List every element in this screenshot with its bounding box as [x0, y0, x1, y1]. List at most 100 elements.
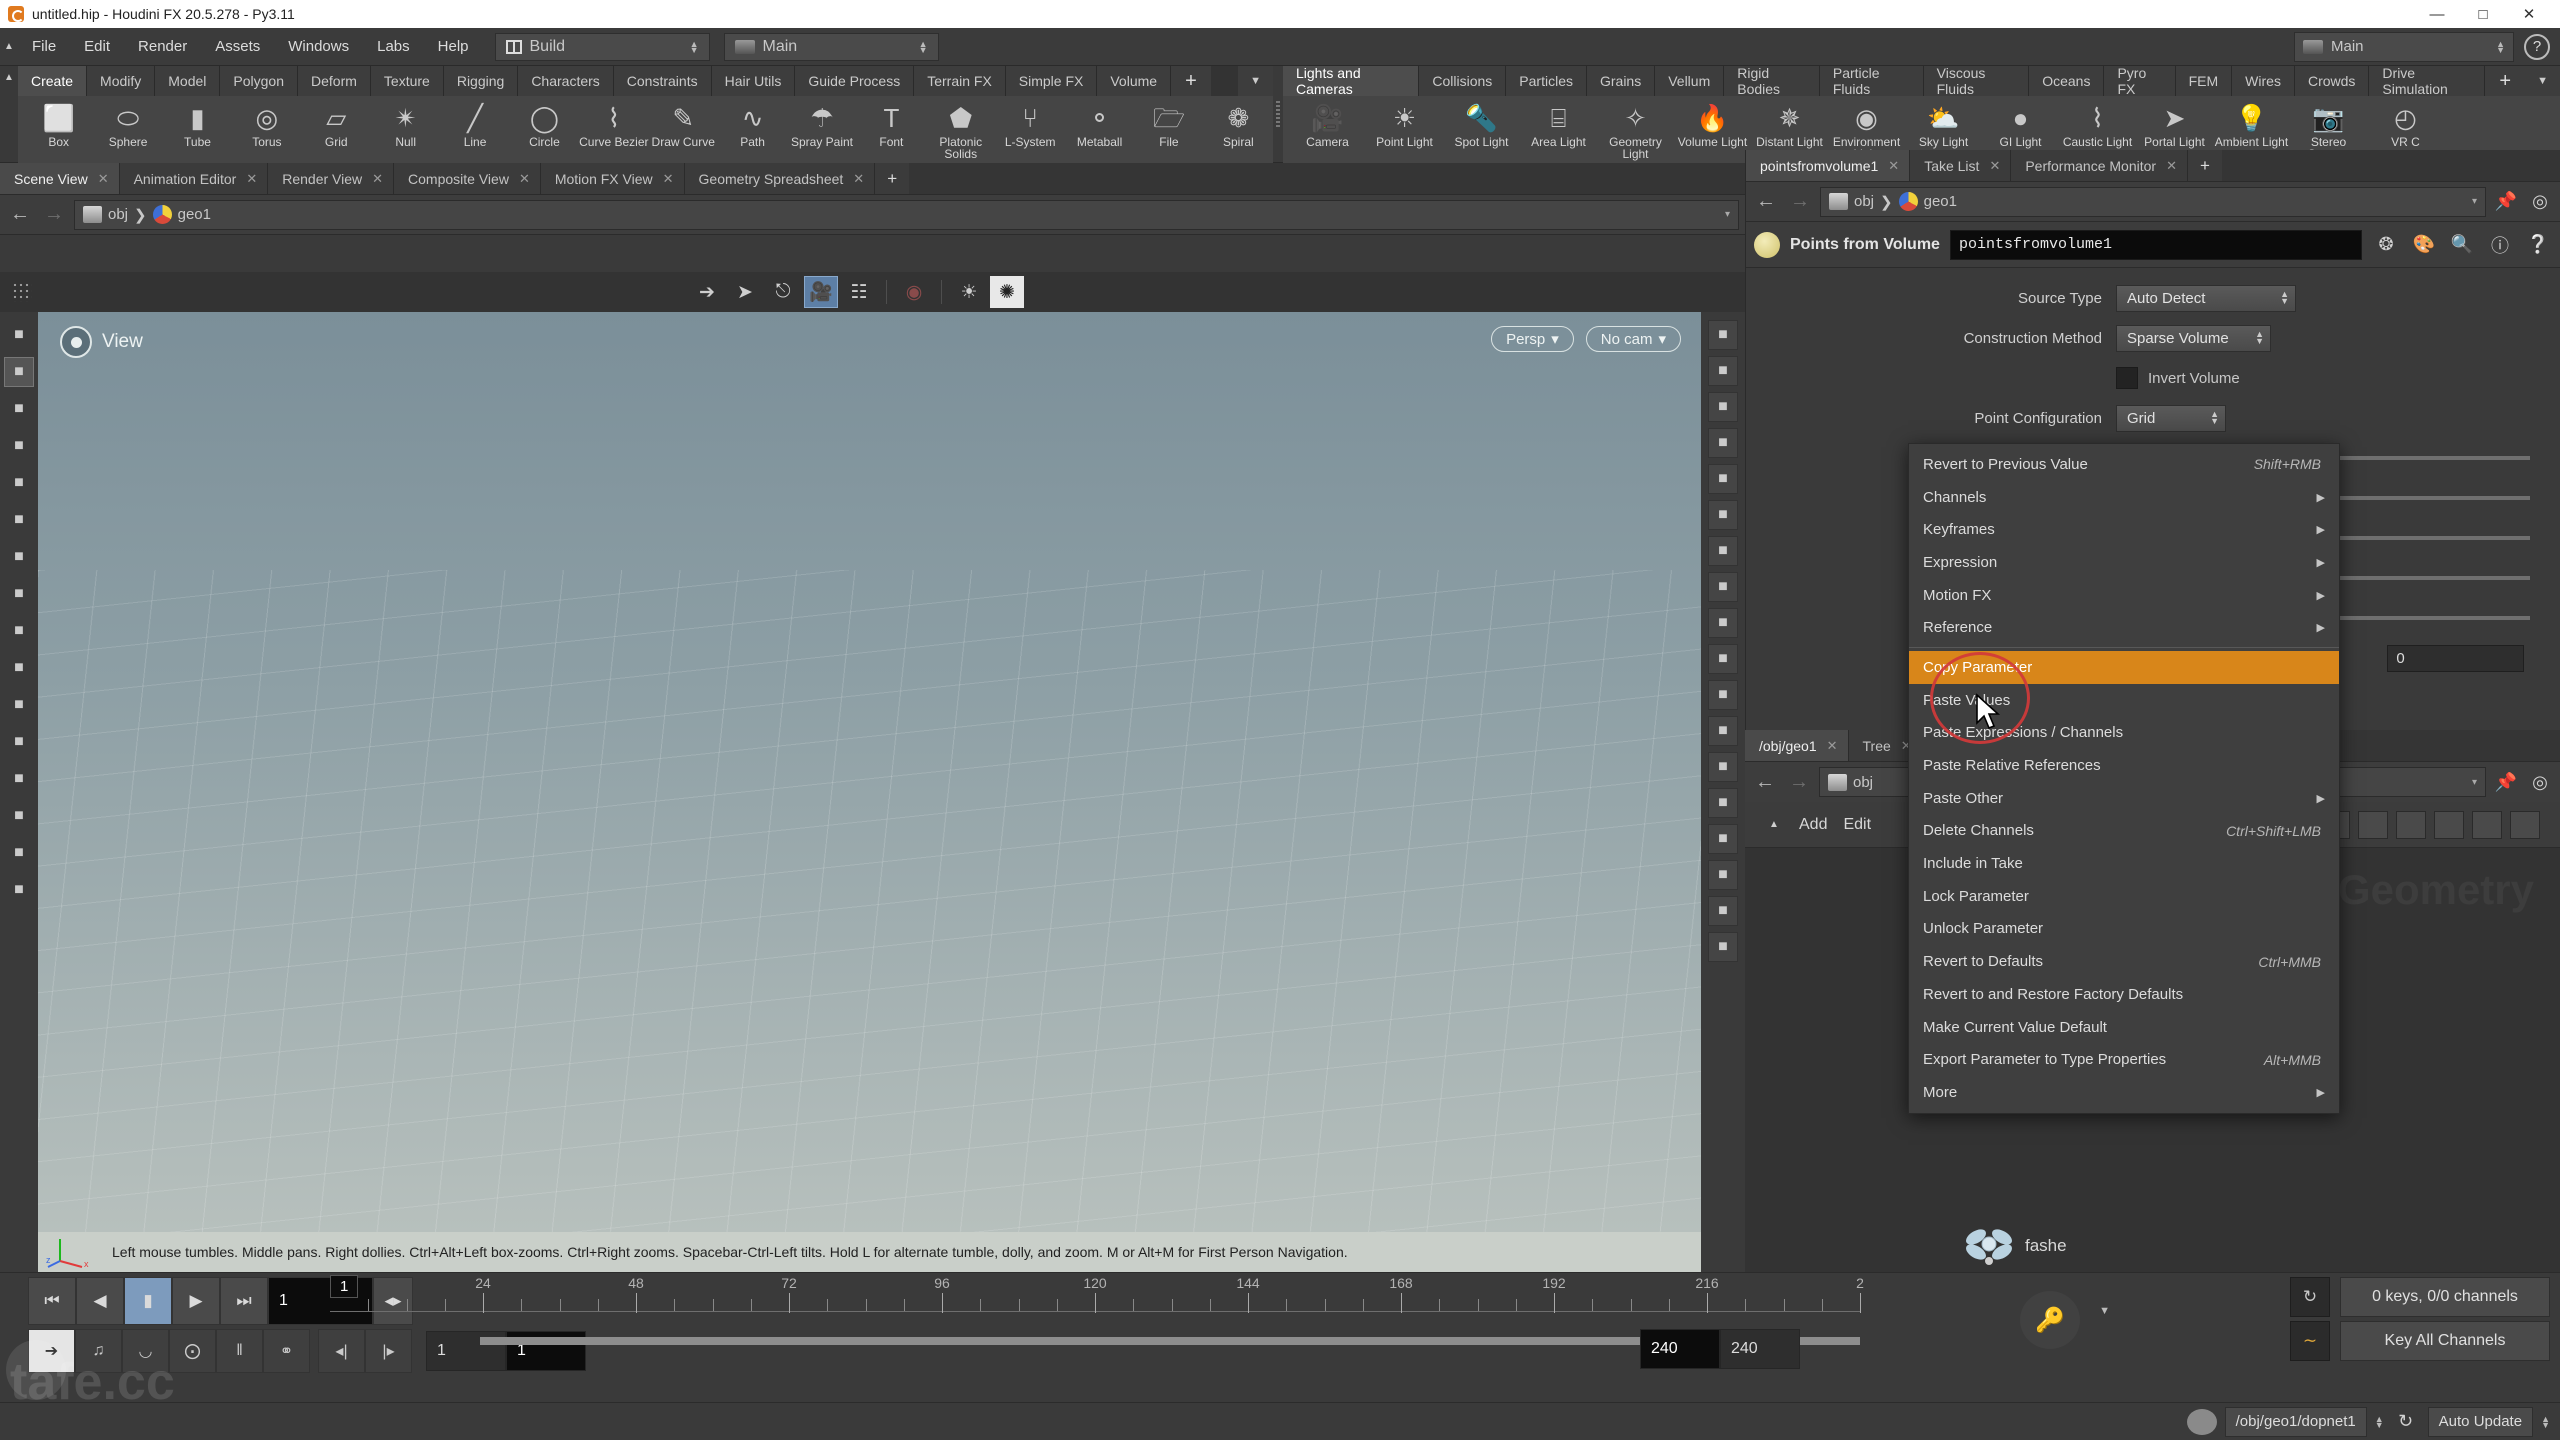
- display-shaded-icon[interactable]: ■: [1708, 320, 1738, 350]
- menu-labs[interactable]: Labs: [363, 28, 424, 66]
- build-selector[interactable]: Build ▲ ▼: [494, 32, 710, 61]
- shelf-item-circle[interactable]: ◯ Circle: [510, 98, 579, 162]
- context-menu-item-reference[interactable]: Reference ▶: [1909, 611, 2339, 644]
- shelf-tab-terrain-fx[interactable]: Terrain FX: [914, 66, 1006, 96]
- shelf-tab-collisions[interactable]: Collisions: [1419, 66, 1507, 96]
- target-icon[interactable]: ◎: [2526, 188, 2554, 216]
- context-menu-item-keyframes[interactable]: Keyframes ▶: [1909, 513, 2339, 546]
- view-tool-icon[interactable]: ■: [4, 320, 34, 350]
- shelf-item-geometry-light[interactable]: ✧ Geometry Light: [1597, 98, 1674, 162]
- animation-curve-icon[interactable]: ∼: [2290, 1321, 2330, 1361]
- parm-tab-pointsfromvolume1[interactable]: pointsfromvolume1 ✕: [1746, 150, 1911, 181]
- snapshot-icon[interactable]: ■: [1708, 824, 1738, 854]
- timewarp-icon[interactable]: ⨀: [169, 1329, 216, 1373]
- context-menu-item-include-in-take[interactable]: Include in Take: [1909, 847, 2339, 880]
- net-path-dropdown-icon[interactable]: ▾: [2472, 777, 2477, 788]
- refresh-icon[interactable]: ↻: [2392, 1408, 2420, 1436]
- node-name-input[interactable]: pointsfromvolume1: [1949, 229, 2362, 260]
- edit-tool-icon[interactable]: ■: [4, 616, 34, 646]
- range-start-icon[interactable]: ◂|: [318, 1329, 365, 1373]
- scene-add-tab[interactable]: +: [875, 163, 910, 194]
- context-menu-item-channels[interactable]: Channels ▶: [1909, 481, 2339, 514]
- context-menu-item-paste-relative-references[interactable]: Paste Relative References: [1909, 749, 2339, 782]
- play-stop-icon[interactable]: ▮: [124, 1277, 172, 1325]
- parameter-menu-construction-method[interactable]: Sparse Volume ▲ ▼: [2116, 324, 2271, 352]
- shelf-tab-simple-fx[interactable]: Simple FX: [1005, 66, 1098, 96]
- scene-tab-geometry-spreadsheet[interactable]: Geometry Spreadsheet ✕: [684, 163, 876, 194]
- pin-icon[interactable]: 📌: [2492, 188, 2520, 216]
- paint-tool-icon[interactable]: ■: [4, 542, 34, 572]
- step-back-icon[interactable]: ◀: [76, 1277, 124, 1325]
- menu-help[interactable]: Help: [424, 28, 483, 66]
- shelf-tab-model[interactable]: Model: [155, 66, 221, 96]
- jump-start-icon[interactable]: ⏮: [28, 1277, 76, 1325]
- shelf-item-torus[interactable]: ◎ Torus: [232, 98, 301, 162]
- tab-close-icon[interactable]: ✕: [1888, 158, 1899, 174]
- context-menu-item-delete-channels[interactable]: Delete Channels Ctrl+Shift+LMB: [1909, 815, 2339, 848]
- tab-close-icon[interactable]: ✕: [372, 171, 383, 187]
- breadcrumb-obj[interactable]: obj: [108, 206, 128, 223]
- menu-spinner-icon[interactable]: ▲ ▼: [2280, 290, 2289, 306]
- measure-tool-icon[interactable]: ■: [4, 801, 34, 831]
- dots-layout-icon[interactable]: [2396, 810, 2426, 839]
- shelf-tab-modify[interactable]: Modify: [87, 66, 156, 96]
- parm-breadcrumb-geo[interactable]: geo1: [1924, 193, 1957, 210]
- breadcrumb-geo1[interactable]: geo1: [178, 206, 211, 223]
- view-arrow-icon[interactable]: ⎋: [766, 276, 800, 308]
- shelf-item-path[interactable]: ∿ Path: [718, 98, 787, 162]
- select-arrow-icon[interactable]: ➔: [690, 276, 724, 308]
- minimize-button[interactable]: —: [2414, 0, 2460, 28]
- context-menu-item-revert-to-and-restore-factory-defaults[interactable]: Revert to and Restore Factory Defaults: [1909, 978, 2339, 1011]
- main-pane-selector[interactable]: Main ▲ ▼: [2294, 31, 2514, 62]
- shelf-tab-polygon[interactable]: Polygon: [220, 66, 298, 96]
- note-icon[interactable]: [2472, 810, 2502, 839]
- context-menu-item-revert-to-previous-value[interactable]: Revert to Previous Value Shift+RMB: [1909, 448, 2339, 481]
- tab-close-icon[interactable]: ✕: [1989, 158, 2000, 174]
- paint-icon[interactable]: 🎨: [2410, 231, 2438, 259]
- shelf-overflow-icon-right[interactable]: ▼: [2525, 66, 2560, 96]
- layout-icon[interactable]: ■: [1708, 860, 1738, 890]
- home-icon[interactable]: ■: [1708, 752, 1738, 782]
- bake-tool-icon[interactable]: ■: [4, 875, 34, 905]
- menu-assets[interactable]: Assets: [201, 28, 274, 66]
- context-menu-item-unlock-parameter[interactable]: Unlock Parameter: [1909, 913, 2339, 946]
- net-collapse-icon[interactable]: ▲: [1765, 819, 1783, 830]
- camera-selector[interactable]: No cam ▾: [1585, 326, 1681, 352]
- net-nav-back-icon[interactable]: ←: [1751, 771, 1779, 794]
- handle-arrow-icon[interactable]: ➤: [728, 276, 762, 308]
- shelf-tab-texture[interactable]: Texture: [370, 66, 444, 96]
- menu-edit[interactable]: Edit: [70, 28, 124, 66]
- display-wire-icon[interactable]: ■: [1708, 356, 1738, 386]
- network-edit-button[interactable]: Edit: [1843, 816, 1871, 834]
- tab-close-icon[interactable]: ✕: [1827, 738, 1838, 754]
- audio-icon[interactable]: ♫: [75, 1329, 122, 1373]
- range-end-field[interactable]: 240: [1640, 1329, 1720, 1369]
- camera-tools-icon[interactable]: 🎥: [804, 276, 838, 308]
- particle-icon[interactable]: ■: [1708, 680, 1738, 710]
- maximize-button[interactable]: □: [2460, 0, 2506, 28]
- grid-snap-icon[interactable]: ■: [1708, 500, 1738, 530]
- tab-close-icon[interactable]: ✕: [98, 171, 109, 187]
- select-tool-icon[interactable]: ■: [4, 431, 34, 461]
- context-menu-item-make-current-value-default[interactable]: Make Current Value Default: [1909, 1011, 2339, 1044]
- network-add-button[interactable]: Add: [1799, 816, 1827, 834]
- scene-tab-motion-fx-view[interactable]: Motion FX View ✕: [540, 163, 685, 194]
- net-nav-forward-icon[interactable]: →: [1785, 771, 1813, 794]
- brush-tool-icon[interactable]: ■: [4, 505, 34, 535]
- menu-render[interactable]: Render: [124, 28, 201, 66]
- gear-icon[interactable]: ❂: [2372, 231, 2400, 259]
- curve-icon[interactable]: ◡: [122, 1329, 169, 1373]
- net-breadcrumb-obj[interactable]: obj: [1853, 774, 1873, 791]
- range-end-icon[interactable]: |▸: [365, 1329, 412, 1373]
- scene-tab-scene-view[interactable]: Scene View ✕: [0, 163, 120, 194]
- shelf-item-spiral[interactable]: ❁ Spiral: [1204, 98, 1273, 162]
- parm-add-tab[interactable]: +: [2187, 150, 2222, 181]
- menu-spinner-icon[interactable]: ▲ ▼: [2210, 410, 2219, 426]
- jump-end-icon[interactable]: ⏭: [220, 1277, 268, 1325]
- frame-sel-icon[interactable]: ■: [1708, 788, 1738, 818]
- shelf-item-draw-curve[interactable]: ✎ Draw Curve: [649, 98, 718, 162]
- shelf-tab-lights-and-cameras[interactable]: Lights and Cameras: [1283, 66, 1420, 97]
- shelf-item-camera[interactable]: 🎥 Camera: [1289, 98, 1366, 162]
- ghost-icon[interactable]: ■: [1708, 392, 1738, 422]
- perspective-selector[interactable]: Persp ▾: [1491, 326, 1574, 352]
